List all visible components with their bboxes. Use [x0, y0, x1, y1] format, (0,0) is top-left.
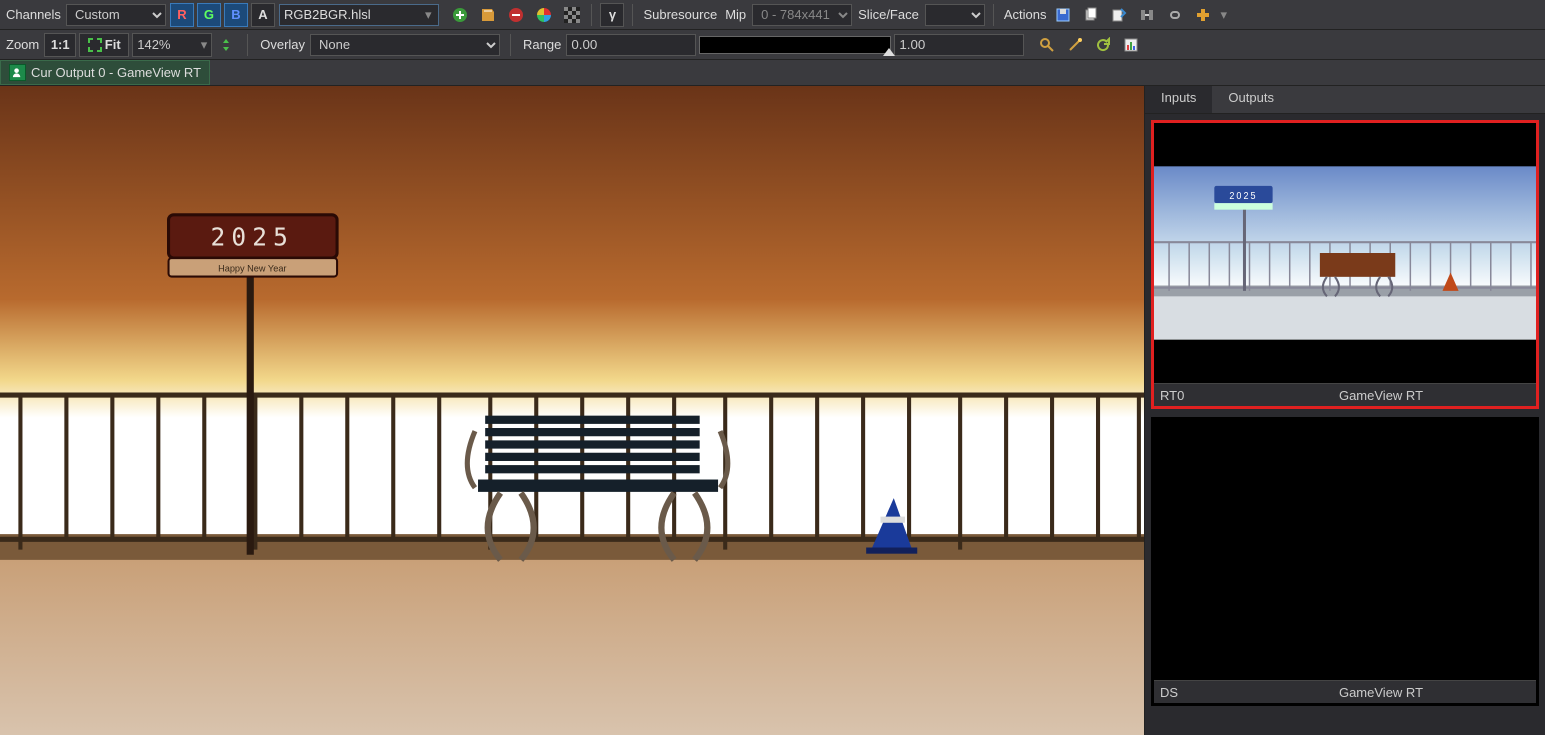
output-thumbnail-rt0[interactable]: 2025 RT0 GameView RT: [1151, 120, 1539, 409]
link-icon[interactable]: [1164, 4, 1186, 26]
svg-text:Happy New Year: Happy New Year: [218, 263, 286, 273]
channel-a-button[interactable]: A: [251, 3, 275, 27]
thumbnail-label: RT0 GameView RT: [1154, 383, 1536, 406]
rgba-buttons: R G B A: [170, 3, 275, 27]
zoom-label: Zoom: [4, 37, 41, 52]
slider-knob[interactable]: [883, 48, 895, 56]
thumbnail-image: 2025: [1154, 123, 1536, 383]
separator: [510, 34, 511, 56]
fit-label: Fit: [105, 37, 121, 52]
channel-r-button[interactable]: R: [170, 3, 194, 27]
add-icon[interactable]: [449, 4, 471, 26]
custom-shader-input[interactable]: [279, 4, 439, 26]
mip-dropdown[interactable]: 0 - 784x441: [752, 4, 852, 26]
range-slider[interactable]: [699, 36, 891, 54]
separator: [632, 4, 633, 26]
copy-icon[interactable]: [1080, 4, 1102, 26]
range-min-input[interactable]: [566, 34, 696, 56]
zoom-percent-value: 142%: [137, 37, 170, 52]
edit-icon[interactable]: [477, 4, 499, 26]
zoom-updown-icon[interactable]: [215, 34, 237, 56]
side-tabs: Inputs Outputs: [1145, 86, 1545, 114]
slice-label: Slice/Face: [856, 7, 921, 22]
subresource-label: Subresource: [641, 7, 719, 22]
remove-icon[interactable]: [505, 4, 527, 26]
plugin-icon[interactable]: [1192, 4, 1214, 26]
toolbar-row-1: Channels Custom R G B A ▾ γ Subresource …: [0, 0, 1545, 30]
range-tools: [1036, 34, 1142, 56]
reset-range-icon[interactable]: [1092, 34, 1114, 56]
save-icon[interactable]: [1052, 4, 1074, 26]
viewport-inner: 2025 Happy New Year: [0, 86, 1144, 735]
separator: [993, 4, 994, 26]
range-max-input[interactable]: [894, 34, 1024, 56]
overlay-dropdown[interactable]: None: [310, 34, 500, 56]
mip-label: Mip: [723, 7, 748, 22]
zoom-group: Zoom 1:1 Fit 142%▾: [4, 33, 237, 57]
side-panel: Inputs Outputs: [1145, 86, 1545, 735]
separator: [247, 34, 248, 56]
output-icon: [9, 64, 26, 81]
checker-icon[interactable]: [561, 4, 583, 26]
wand-icon[interactable]: [1064, 34, 1086, 56]
zoom-fit-button[interactable]: Fit: [79, 33, 129, 57]
tab-inputs[interactable]: Inputs: [1145, 86, 1212, 113]
texture-viewport[interactable]: 2025 Happy New Year: [0, 86, 1145, 735]
channel-b-button[interactable]: B: [224, 3, 248, 27]
channels-dropdown[interactable]: Custom: [66, 4, 166, 26]
zoom-1to1-button[interactable]: 1:1: [44, 33, 76, 57]
channels-group: Channels Custom: [4, 4, 166, 26]
status-row: Cur Output 0 - GameView RT: [0, 60, 1545, 86]
export-icon[interactable]: [1108, 4, 1130, 26]
thumb-slot: DS: [1154, 685, 1226, 700]
gamma-button[interactable]: γ: [600, 3, 624, 27]
zoom-percent[interactable]: 142%▾: [132, 33, 212, 57]
zoom-range-icon[interactable]: [1036, 34, 1058, 56]
thumb-slot: RT0: [1154, 388, 1226, 403]
slice-dropdown[interactable]: [925, 4, 985, 26]
separator: [591, 4, 592, 26]
current-output-label: Cur Output 0 - GameView RT: [31, 65, 201, 80]
overlay-group: Overlay None: [258, 34, 500, 56]
range-label: Range: [521, 37, 563, 52]
thumbnail-label: DS GameView RT: [1154, 680, 1536, 703]
action-icons: ▾: [1052, 4, 1227, 26]
toolbar-row-2: Zoom 1:1 Fit 142%▾ Overlay None Range: [0, 30, 1545, 60]
svg-text:2025: 2025: [211, 223, 295, 252]
current-output-tab[interactable]: Cur Output 0 - GameView RT: [0, 60, 210, 85]
thumbnail-image: [1154, 420, 1536, 680]
channels-label: Channels: [4, 7, 63, 22]
shader-action-icons: [449, 4, 583, 26]
side-body: 2025 RT0 GameView RT DS: [1145, 114, 1545, 735]
svg-text:2025: 2025: [1229, 190, 1257, 201]
overlay-label: Overlay: [258, 37, 307, 52]
tab-outputs[interactable]: Outputs: [1212, 86, 1290, 113]
histogram-icon[interactable]: [1120, 34, 1142, 56]
main-split: 2025 Happy New Year: [0, 86, 1545, 735]
color-wheel-icon[interactable]: [533, 4, 555, 26]
rendered-scene: 2025 Happy New Year: [0, 86, 1144, 735]
thumb-name: GameView RT: [1226, 388, 1536, 403]
channel-g-button[interactable]: G: [197, 3, 221, 27]
output-thumbnail-ds[interactable]: DS GameView RT: [1151, 417, 1539, 706]
actions-label: Actions: [1002, 7, 1049, 22]
goto-icon[interactable]: [1136, 4, 1158, 26]
range-group: Range: [521, 34, 1024, 56]
fit-icon: [88, 38, 102, 52]
thumb-name: GameView RT: [1226, 685, 1536, 700]
